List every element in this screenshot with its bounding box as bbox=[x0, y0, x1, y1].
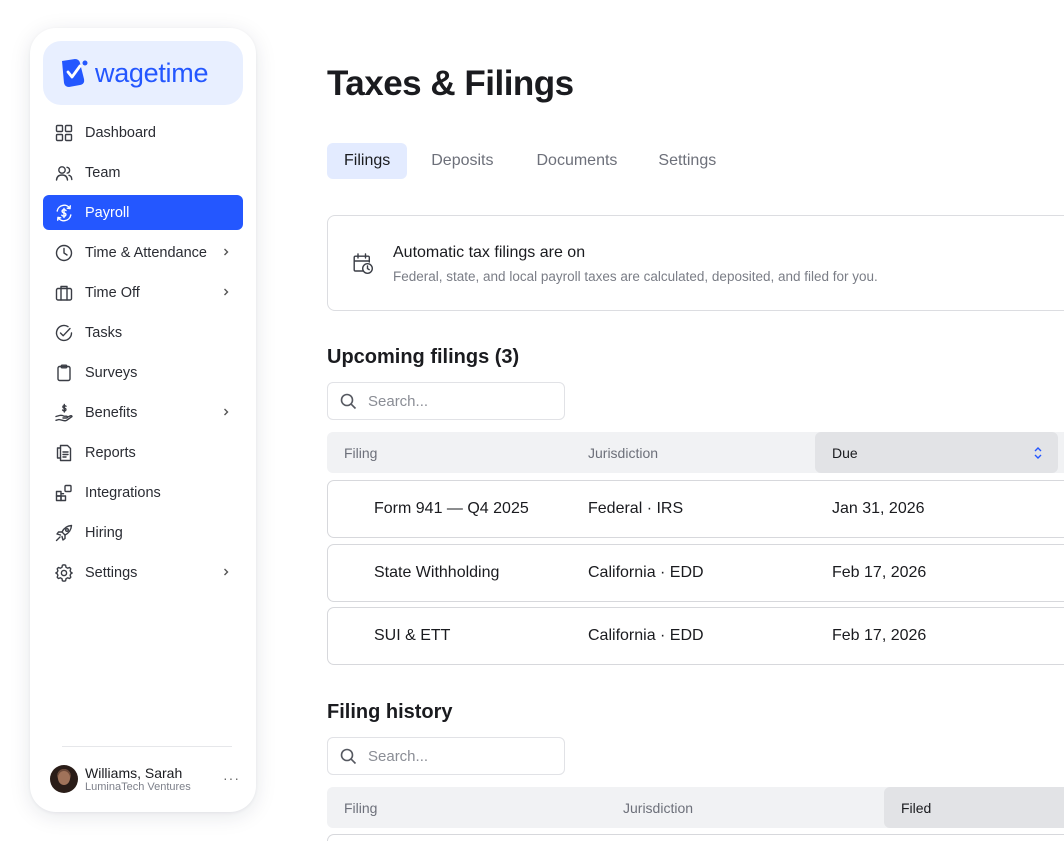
search-icon bbox=[340, 393, 357, 409]
sidebar-item-surveys[interactable]: Surveys bbox=[43, 355, 243, 390]
chevron-right-icon bbox=[219, 405, 233, 419]
sidebar-item-label: Time & Attendance bbox=[85, 244, 207, 261]
dollar-cycle-icon bbox=[54, 203, 74, 223]
sidebar-item-label: Team bbox=[85, 164, 121, 181]
sidebar-item-time-attendance[interactable]: Time & Attendance bbox=[43, 235, 243, 270]
document-icon bbox=[54, 443, 74, 463]
banner-subtitle: Federal, state, and local payroll taxes … bbox=[393, 269, 878, 284]
clock-icon bbox=[54, 243, 74, 263]
brand-name: wagetime bbox=[95, 57, 209, 88]
column-header-filed[interactable]: Filed bbox=[884, 787, 1064, 828]
cell-jurisdiction: Federal · IRS bbox=[588, 500, 684, 517]
table-row[interactable]: State Withholding California · EDD Feb 1… bbox=[327, 544, 1064, 602]
column-header-filed-label: Filed bbox=[901, 799, 932, 816]
cell-jurisdiction: California · EDD bbox=[588, 564, 704, 581]
cell-filing: SUI & ETT bbox=[374, 627, 451, 644]
user-org: LuminaTech Ventures bbox=[85, 780, 191, 793]
cell-due: Feb 17, 2026 bbox=[832, 564, 927, 581]
sidebar-item-label: Benefits bbox=[85, 404, 138, 421]
tab-filings[interactable]: Filings bbox=[327, 143, 408, 179]
sidebar-item-label: Tasks bbox=[85, 324, 123, 341]
cell-filing: Form 941 — Q4 2025 bbox=[374, 500, 529, 517]
cell-due: Feb 17, 2026 bbox=[832, 627, 927, 644]
hand-dollar-icon bbox=[54, 403, 74, 423]
sidebar-item-tasks[interactable]: Tasks bbox=[43, 315, 243, 350]
table-row[interactable]: SUI & ETT California · EDD Feb 17, 2026 bbox=[327, 607, 1064, 665]
sidebar-nav: Dashboard Team Payroll Time & Attendance… bbox=[43, 115, 243, 595]
banner-title: Automatic tax filings are on bbox=[393, 244, 586, 261]
sidebar-item-integrations[interactable]: Integrations bbox=[43, 475, 243, 510]
search-icon bbox=[340, 748, 357, 764]
column-header-due[interactable]: Due bbox=[815, 432, 1058, 473]
wagetime-logo-icon bbox=[62, 59, 88, 87]
column-header-filing[interactable]: Filing bbox=[344, 787, 377, 828]
sidebar-item-label: Hiring bbox=[85, 524, 123, 541]
column-header-jurisdiction[interactable]: Jurisdiction bbox=[623, 787, 693, 828]
user-info: Williams, Sarah LuminaTech Ventures bbox=[85, 765, 191, 794]
chevron-right-icon bbox=[219, 285, 233, 299]
chevron-right-icon bbox=[219, 245, 233, 259]
sidebar-item-label: Time Off bbox=[85, 284, 140, 301]
tab-bar: Filings Deposits Documents Settings bbox=[327, 143, 740, 179]
calendar-clock-icon bbox=[352, 252, 374, 276]
cell-jurisdiction: California · EDD bbox=[588, 627, 704, 644]
sidebar-item-label: Surveys bbox=[85, 364, 138, 381]
more-options-icon[interactable]: ··· bbox=[223, 770, 240, 786]
column-header-filing[interactable]: Filing bbox=[344, 432, 377, 473]
chevron-right-icon bbox=[219, 565, 233, 579]
history-search bbox=[327, 737, 565, 775]
user-profile[interactable]: Williams, Sarah LuminaTech Ventures ··· bbox=[50, 762, 240, 796]
tab-deposits[interactable]: Deposits bbox=[414, 143, 510, 179]
clipboard-icon bbox=[54, 363, 74, 383]
sidebar-item-time-off[interactable]: Time Off bbox=[43, 275, 243, 310]
sort-icon bbox=[1032, 445, 1044, 461]
brand-logo[interactable]: wagetime bbox=[43, 41, 243, 105]
sidebar-item-dashboard[interactable]: Dashboard bbox=[43, 115, 243, 150]
sidebar-item-benefits[interactable]: Benefits bbox=[43, 395, 243, 430]
sidebar-divider bbox=[62, 746, 232, 747]
cell-filing: State Withholding bbox=[374, 564, 500, 581]
sidebar-item-settings[interactable]: Settings bbox=[43, 555, 243, 590]
sidebar-item-label: Settings bbox=[85, 564, 138, 581]
rocket-icon bbox=[54, 523, 74, 543]
avatar bbox=[50, 765, 78, 793]
sidebar-item-label: Payroll bbox=[85, 204, 130, 221]
cell-due: Jan 31, 2026 bbox=[832, 500, 925, 517]
upcoming-table-header: Filing Jurisdiction Due bbox=[327, 432, 1064, 473]
history-table-header: Filing Jurisdiction Filed bbox=[327, 787, 1064, 828]
grid-icon bbox=[54, 123, 74, 143]
sidebar-item-payroll[interactable]: Payroll bbox=[43, 195, 243, 230]
auto-filing-banner: Automatic tax filings are on Federal, st… bbox=[327, 215, 1064, 311]
tab-documents[interactable]: Documents bbox=[519, 143, 634, 179]
filing-history-title: Filing history bbox=[327, 701, 453, 723]
suitcase-icon bbox=[54, 283, 74, 303]
history-search-input[interactable] bbox=[368, 747, 548, 765]
sidebar-item-hiring[interactable]: Hiring bbox=[43, 515, 243, 550]
gear-icon bbox=[54, 563, 74, 583]
sidebar-item-label: Integrations bbox=[85, 484, 161, 501]
sidebar-item-reports[interactable]: Reports bbox=[43, 435, 243, 470]
users-icon bbox=[54, 163, 74, 183]
column-header-jurisdiction[interactable]: Jurisdiction bbox=[588, 432, 658, 473]
table-row[interactable]: Form 941 — Q4 2025 Federal · IRS Jan 31,… bbox=[327, 480, 1064, 538]
user-name: Williams, Sarah bbox=[85, 764, 183, 781]
upcoming-search-input[interactable] bbox=[368, 392, 548, 410]
blocks-icon bbox=[54, 483, 74, 503]
tab-settings[interactable]: Settings bbox=[641, 143, 733, 179]
table-row[interactable] bbox=[327, 834, 1064, 841]
page-title: Taxes & Filings bbox=[327, 64, 574, 103]
column-header-due-label: Due bbox=[832, 444, 858, 461]
sidebar: wagetime Dashboard Team Payroll Time & A… bbox=[30, 28, 256, 812]
sidebar-item-team[interactable]: Team bbox=[43, 155, 243, 190]
upcoming-filings-title: Upcoming filings (3) bbox=[327, 346, 520, 368]
sidebar-item-label: Dashboard bbox=[85, 124, 156, 141]
check-circle-icon bbox=[54, 323, 74, 343]
sidebar-item-label: Reports bbox=[85, 444, 136, 461]
upcoming-search bbox=[327, 382, 565, 420]
